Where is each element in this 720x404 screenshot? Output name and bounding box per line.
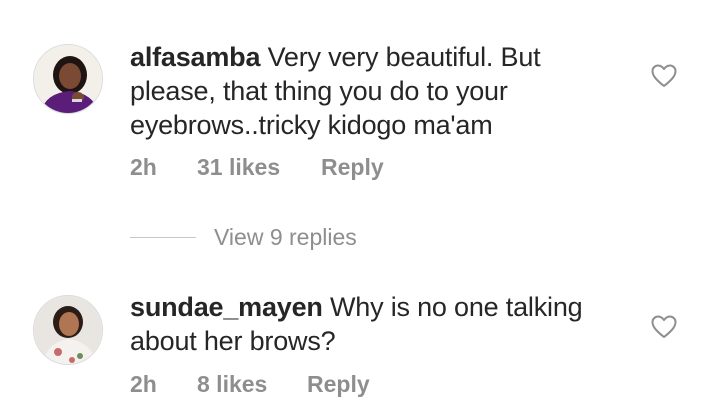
avatar-image bbox=[34, 45, 102, 113]
comment-username[interactable]: alfasamba bbox=[130, 42, 260, 72]
heart-outline-icon bbox=[651, 64, 677, 87]
comment-body: sundae_mayen Why is no one talking about… bbox=[130, 290, 610, 358]
comment-body: alfasamba Very very beautiful. But pleas… bbox=[130, 40, 610, 142]
comment-item: alfasamba Very very beautiful. But pleas… bbox=[0, 0, 720, 200]
comment-time: 2h bbox=[130, 154, 157, 180]
avatar-image bbox=[34, 296, 102, 364]
reply-button[interactable]: Reply bbox=[321, 154, 384, 181]
comment-username[interactable]: sundae_mayen bbox=[130, 292, 323, 322]
heart-outline-icon bbox=[651, 315, 677, 338]
avatar[interactable] bbox=[33, 44, 103, 114]
comment-item: sundae_mayen Why is no one talking about… bbox=[0, 280, 720, 404]
reply-button[interactable]: Reply bbox=[307, 371, 370, 398]
comment-likes-count[interactable]: 8 likes bbox=[197, 371, 307, 398]
view-replies-divider bbox=[130, 236, 196, 238]
comment-time: 2h bbox=[130, 371, 157, 397]
like-button[interactable] bbox=[651, 315, 677, 339]
like-button[interactable] bbox=[651, 64, 677, 88]
view-replies-label: View 9 replies bbox=[214, 223, 357, 250]
view-replies-button[interactable]: View 9 replies bbox=[130, 222, 357, 252]
avatar[interactable] bbox=[33, 295, 103, 365]
comment-meta: 2h 31 likes Reply bbox=[130, 154, 384, 181]
comment-meta: 2h 8 likes Reply bbox=[130, 371, 370, 398]
comment-likes-count[interactable]: 31 likes bbox=[197, 154, 321, 181]
